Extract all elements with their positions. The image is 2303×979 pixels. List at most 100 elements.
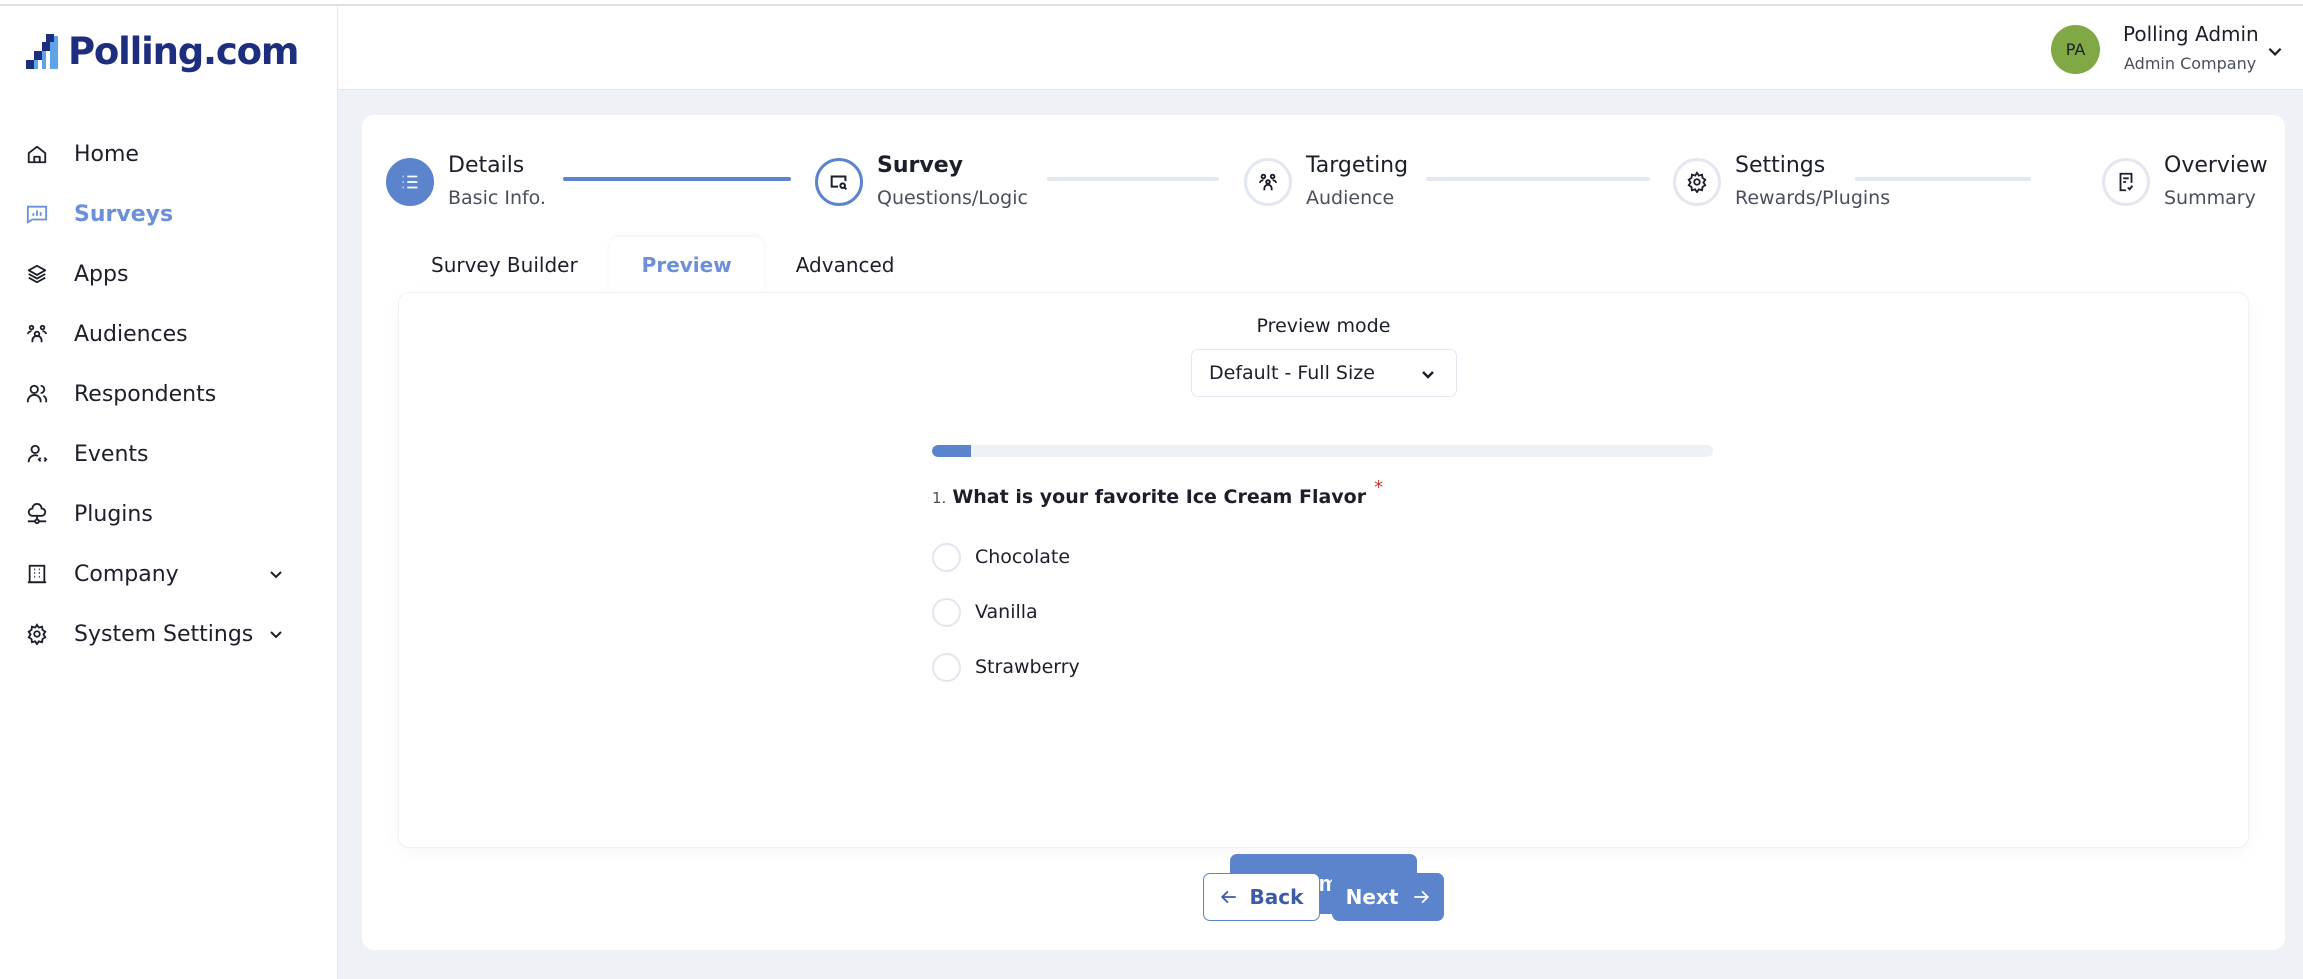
sidebar-item-label: Plugins (74, 501, 153, 527)
tab-advanced[interactable]: Advanced (764, 237, 927, 293)
user-name[interactable]: Polling Admin (2123, 22, 2259, 46)
answer-option-vanilla[interactable]: Vanilla (932, 597, 1080, 627)
screen-search-icon (830, 175, 848, 191)
step-details[interactable]: Details Basic Info. (386, 152, 546, 210)
user-code-icon (26, 443, 48, 465)
chevron-down-icon[interactable] (268, 566, 284, 582)
preview-mode-value: Default - Full Size (1209, 362, 1375, 384)
survey-chart-icon (26, 203, 48, 225)
preview-mode-label: Preview mode (1256, 315, 1391, 337)
step-title: Targeting (1306, 153, 1409, 178)
step-title: Overview (2164, 153, 2268, 178)
brand-name: Polling.com (68, 30, 299, 73)
step-survey[interactable]: Survey Questions/Logic (815, 152, 1028, 210)
sidebar-item-label: System Settings (74, 621, 254, 647)
arrow-left-icon (1220, 890, 1236, 904)
sidebar-item-system-settings[interactable]: System Settings (0, 604, 338, 664)
next-label: Next (1345, 885, 1399, 909)
step-circle (1244, 158, 1292, 206)
required-marker: * (1374, 477, 1384, 498)
next-button[interactable]: Next (1332, 873, 1444, 921)
layers-icon (26, 263, 48, 285)
step-subtitle: Rewards/Plugins (1735, 187, 1891, 209)
sidebar-item-surveys[interactable]: Surveys (0, 184, 338, 244)
step-subtitle: Basic Info. (448, 187, 547, 209)
step-connector (563, 177, 791, 181)
user-company: Admin Company (2124, 54, 2257, 73)
question-text: What is your favorite Ice Cream Flavor (952, 486, 1367, 508)
preview-panel: Preview mode Default - Full Size 1. What… (399, 293, 2248, 914)
tab-preview[interactable]: Preview (609, 237, 764, 293)
logo-stairs-icon (26, 33, 58, 69)
step-circle (1673, 158, 1721, 206)
answer-options: Chocolate Vanilla Strawberry (932, 542, 1080, 707)
step-connector (1047, 177, 1219, 181)
avatar[interactable]: PA (2051, 25, 2100, 74)
radio-button[interactable] (932, 542, 961, 572)
option-label: Vanilla (975, 601, 1038, 623)
sidebar-item-respondents[interactable]: Respondents (0, 364, 338, 424)
survey-wizard-card: Details Basic Info. Survey Questions/Log… (362, 115, 2285, 950)
step-circle (815, 158, 863, 206)
sidebar-item-label: Home (74, 141, 139, 167)
step-overview[interactable]: Overview Summary (2102, 152, 2268, 210)
step-connector (1426, 177, 1650, 181)
audience-icon (26, 323, 48, 345)
audience-icon (1258, 173, 1278, 191)
window-top-border (0, 0, 2303, 6)
radio-button[interactable] (932, 597, 961, 627)
step-circle (386, 158, 434, 206)
question: 1. What is your favorite Ice Cream Flavo… (932, 477, 1383, 508)
chevron-down-icon[interactable] (268, 626, 284, 642)
list-icon (402, 175, 418, 189)
document-check-icon (2119, 172, 2134, 192)
preview-mode-select[interactable]: Default - Full Size (1191, 349, 1457, 397)
survey-progress-fill (932, 445, 972, 457)
sidebar: Polling.com Home Surveys Apps Audiences (0, 6, 338, 979)
sidebar-item-company[interactable]: Company (0, 544, 338, 604)
top-header: PA Polling Admin Admin Company (338, 6, 2303, 90)
step-subtitle: Questions/Logic (877, 187, 1028, 209)
step-title: Details (448, 153, 525, 178)
radio-button[interactable] (932, 652, 961, 682)
sidebar-nav: Home Surveys Apps Audiences Respondents (0, 124, 338, 664)
option-label: Strawberry (975, 656, 1080, 678)
sidebar-item-apps[interactable]: Apps (0, 244, 338, 304)
option-label: Chocolate (975, 546, 1071, 568)
step-settings[interactable]: Settings Rewards/Plugins (1673, 152, 1890, 210)
gear-icon (1687, 171, 1707, 193)
cloud-network-icon (26, 503, 48, 525)
sidebar-item-label: Events (74, 441, 149, 467)
back-button[interactable]: Back (1203, 873, 1320, 921)
answer-option-chocolate[interactable]: Chocolate (932, 542, 1080, 572)
users-icon (26, 383, 48, 405)
sidebar-item-label: Apps (74, 261, 129, 287)
chevron-down-icon (1422, 371, 1434, 379)
answer-option-strawberry[interactable]: Strawberry (932, 652, 1080, 682)
arrow-right-icon (1414, 890, 1430, 904)
survey-progress-bar (932, 445, 1713, 457)
sidebar-item-label: Audiences (74, 321, 188, 347)
step-title: Settings (1735, 153, 1826, 178)
question-number: 1. (932, 489, 947, 507)
tab-survey-builder[interactable]: Survey Builder (399, 237, 610, 293)
back-label: Back (1249, 885, 1304, 909)
sidebar-item-home[interactable]: Home (0, 124, 338, 184)
step-subtitle: Audience (1306, 187, 1395, 209)
sidebar-item-events[interactable]: Events (0, 424, 338, 484)
gear-icon (26, 623, 48, 645)
step-title: Survey (877, 153, 963, 178)
home-icon (26, 143, 48, 165)
sidebar-item-label: Company (74, 561, 179, 587)
sidebar-item-plugins[interactable]: Plugins (0, 484, 338, 544)
step-subtitle: Summary (2164, 187, 2256, 209)
building-icon (26, 563, 48, 585)
sidebar-item-label: Respondents (74, 381, 217, 407)
chevron-down-icon[interactable] (2266, 42, 2284, 60)
step-targeting[interactable]: Targeting Audience (1244, 152, 1408, 210)
brand-logo[interactable]: Polling.com (24, 30, 299, 73)
step-circle (2102, 158, 2150, 206)
editor-tabs: Survey Builder Preview Advanced (399, 237, 927, 293)
sidebar-item-label: Surveys (74, 201, 174, 227)
sidebar-item-audiences[interactable]: Audiences (0, 304, 338, 364)
